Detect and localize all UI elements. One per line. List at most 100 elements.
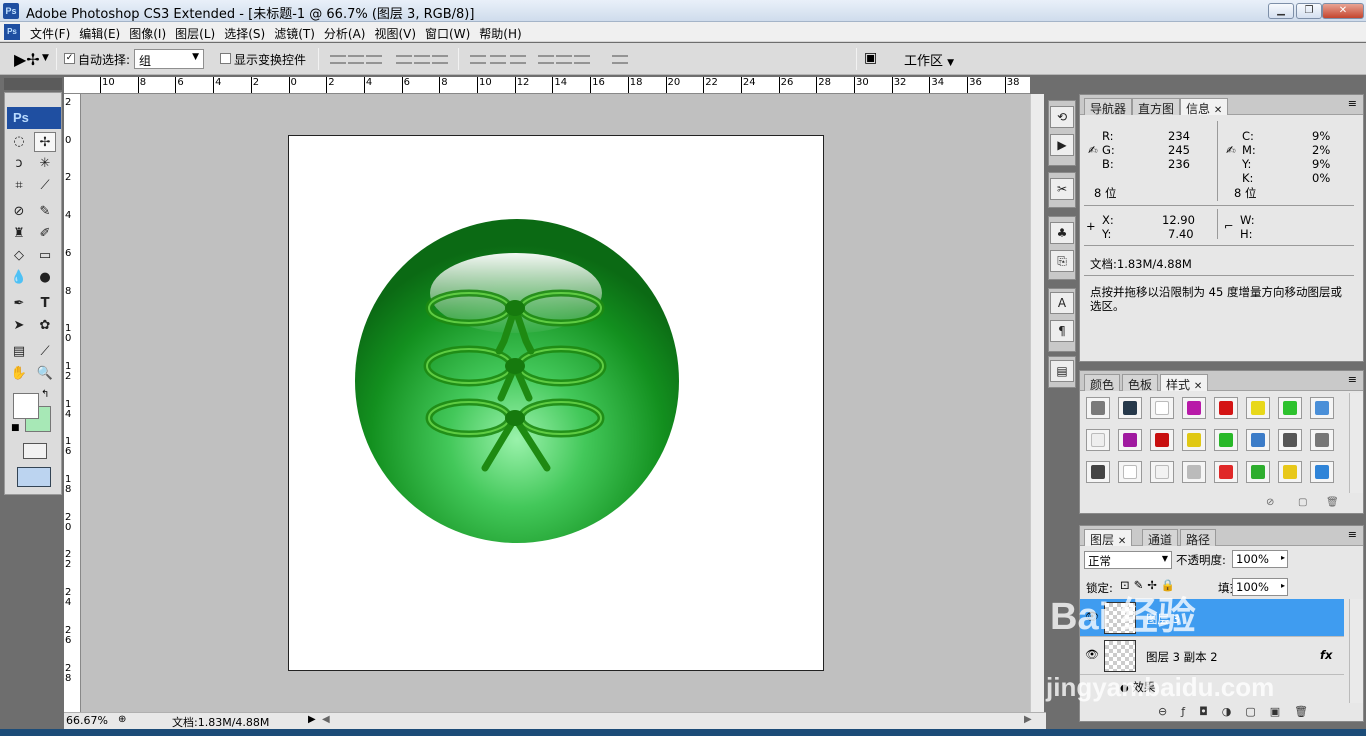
tab-channels[interactable]: 通道 [1142, 529, 1179, 547]
zoom-tool-icon[interactable]: 🔍 [34, 364, 56, 384]
chevron-right-icon[interactable]: ▸ [1281, 581, 1285, 590]
menu-select[interactable]: 选择(S) [222, 25, 272, 42]
chevron-down-icon[interactable]: ▼ [42, 53, 49, 63]
brush-tool-icon[interactable]: ✎ [34, 202, 56, 222]
distribute-right-icon[interactable] [574, 55, 590, 64]
bridge-icon[interactable]: ▣ [864, 50, 877, 66]
style-swatch[interactable] [1278, 397, 1302, 419]
distribute-vcenter-icon[interactable] [490, 55, 506, 64]
hscroll-left-icon[interactable]: ◀ [322, 714, 330, 725]
default-colors-icon[interactable]: ■ [11, 423, 20, 433]
panel-menu-icon[interactable]: ≡ [1348, 97, 1357, 110]
tab-histogram[interactable]: 直方图 [1132, 98, 1181, 116]
style-swatch[interactable] [1118, 461, 1142, 483]
maximize-button[interactable]: ❐ [1296, 3, 1322, 19]
style-swatch[interactable] [1214, 461, 1238, 483]
document-canvas[interactable] [288, 135, 824, 671]
move-tool-preset-icon[interactable]: ▶✢ [14, 50, 40, 69]
menu-edit[interactable]: 编辑(E) [77, 25, 127, 42]
clone-stamp-tool-icon[interactable]: ♜ [8, 224, 30, 244]
menu-file[interactable]: 文件(F) [28, 25, 77, 42]
style-swatch[interactable] [1086, 461, 1110, 483]
close-icon[interactable]: ✕ [1118, 536, 1126, 547]
style-swatch[interactable] [1278, 429, 1302, 451]
style-swatch[interactable] [1310, 461, 1334, 483]
gradient-tool-icon[interactable]: ▭ [34, 246, 56, 266]
workspace-button[interactable]: 工作区 ▼ [898, 49, 960, 69]
opacity-field[interactable]: 100% ▸ [1232, 550, 1288, 568]
style-swatch[interactable] [1150, 461, 1174, 483]
canvas-vertical-scrollbar[interactable] [1030, 94, 1044, 712]
clear-style-icon[interactable]: ⊘ [1266, 497, 1274, 508]
foreground-color-swatch[interactable] [13, 393, 39, 419]
status-menu-arrow-icon[interactable]: ▶ [308, 714, 316, 725]
style-swatch[interactable] [1086, 429, 1110, 451]
type-tool-icon[interactable]: T [34, 294, 56, 314]
minimize-button[interactable]: ▁ [1268, 3, 1294, 19]
style-swatch[interactable] [1118, 429, 1142, 451]
clone-source-icon[interactable]: ⎘ [1050, 250, 1074, 272]
auto-select-dropdown[interactable]: 组 ▼ [134, 49, 204, 69]
path-selection-tool-icon[interactable]: ➤ [8, 316, 30, 336]
zoom-field[interactable]: 66.67% [66, 714, 108, 727]
eyedropper-tool-icon[interactable]: ⟋ [34, 342, 56, 362]
pen-tool-icon[interactable]: ✒ [8, 294, 30, 314]
dodge-tool-icon[interactable]: ● [34, 268, 56, 288]
style-swatch[interactable] [1150, 429, 1174, 451]
align-left-icon[interactable] [396, 55, 412, 64]
show-transform-checkbox[interactable] [220, 53, 231, 64]
align-bottom-icon[interactable] [366, 55, 382, 64]
toolbox-grip[interactable] [4, 78, 62, 90]
brushes-icon[interactable]: ♣ [1050, 222, 1074, 244]
distribute-bottom-icon[interactable] [510, 55, 526, 64]
custom-shape-tool-icon[interactable]: ✿ [34, 316, 56, 336]
trash-icon[interactable]: 🗑 [1326, 497, 1339, 508]
doc-icon[interactable]: Ps [4, 24, 20, 40]
toolbox-ps-logo[interactable]: Ps [7, 107, 61, 129]
styles-scrollbar[interactable] [1349, 393, 1363, 493]
new-style-icon[interactable]: ▢ [1298, 497, 1307, 508]
layers-footer-icons[interactable]: ⊖ƒ◘◑▢▣🗑 [1158, 705, 1322, 718]
auto-select-checkbox[interactable]: ✓ [64, 53, 75, 64]
visibility-eye-icon[interactable]: 👁 [1085, 648, 1099, 661]
style-swatch[interactable] [1150, 397, 1174, 419]
distribute-top-icon[interactable] [470, 55, 486, 64]
crop-tool-icon[interactable]: ⌗ [8, 176, 30, 196]
fx-badge[interactable]: fx [1320, 648, 1332, 662]
ruler-corner[interactable] [64, 77, 81, 94]
paragraph-panel-icon[interactable]: ¶ [1050, 320, 1074, 342]
style-swatch[interactable] [1182, 461, 1206, 483]
notes-tool-icon[interactable]: ▤ [8, 342, 30, 362]
align-right-icon[interactable] [432, 55, 448, 64]
style-swatch[interactable] [1182, 397, 1206, 419]
history-brush-tool-icon[interactable]: ✐ [34, 224, 56, 244]
actions-panel-icon[interactable]: ▶ [1050, 134, 1074, 156]
history-panel-icon[interactable]: ⟲ [1050, 106, 1074, 128]
status-info-icon[interactable]: ⊕ [118, 714, 126, 725]
chevron-right-icon[interactable]: ▸ [1281, 553, 1285, 562]
vertical-ruler[interactable]: 2 0 2 4 6 8 1 0 1 2 1 4 1 6 1 8 2 0 2 2 2 4 2 6 2 8 [64, 94, 81, 712]
magic-wand-tool-icon[interactable]: ✳ [34, 154, 56, 174]
menu-image[interactable]: 图像(I) [127, 25, 173, 42]
horizontal-ruler[interactable]: 10 8 6 4 2 0 2 4 6 8 10 12 14 16 18 20 22 24 26 28 30 32 34 36 3… [80, 77, 1030, 94]
style-swatch[interactable] [1246, 429, 1270, 451]
menu-layer[interactable]: 图层(L) [173, 25, 222, 42]
menu-filter[interactable]: 滤镜(T) [272, 25, 322, 42]
character-panel-icon[interactable]: A [1050, 292, 1074, 314]
style-swatch[interactable] [1086, 397, 1110, 419]
menu-help[interactable]: 帮助(H) [477, 25, 528, 42]
layer-comps-icon[interactable]: ▤ [1050, 360, 1074, 382]
lasso-tool-icon[interactable]: ↄ [8, 154, 30, 174]
style-swatch[interactable] [1246, 397, 1270, 419]
close-icon[interactable]: ✕ [1194, 381, 1202, 392]
hand-tool-icon[interactable]: ✋ [8, 364, 30, 384]
style-swatch[interactable] [1310, 397, 1334, 419]
slice-tool-icon[interactable]: ⟋ [34, 176, 56, 196]
layer-row[interactable]: 👁 图层 3 副本 2 fx [1080, 637, 1344, 675]
style-swatch[interactable] [1246, 461, 1270, 483]
style-swatch[interactable] [1182, 429, 1206, 451]
eraser-tool-icon[interactable]: ◇ [8, 246, 30, 266]
move-tool-icon[interactable]: ✢ [34, 132, 56, 152]
close-icon[interactable]: ✕ [1214, 105, 1222, 116]
fill-field[interactable]: 100% ▸ [1232, 578, 1288, 596]
